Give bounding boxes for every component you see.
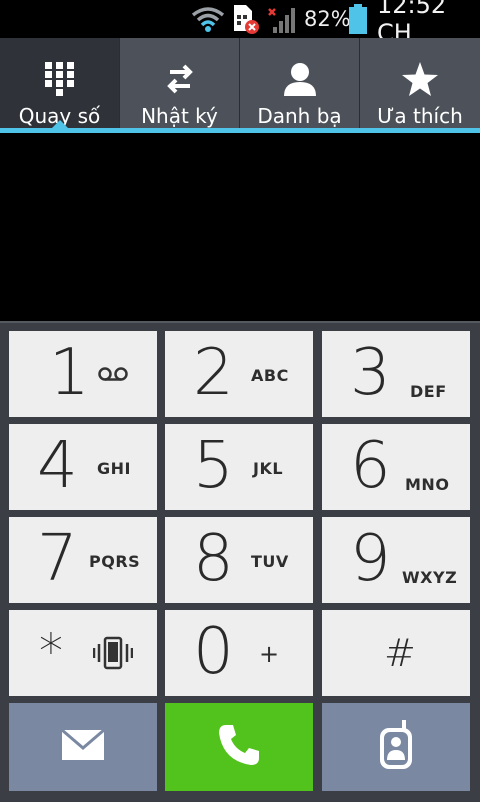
star-icon	[402, 38, 438, 96]
key-4[interactable]: 4 GHI	[9, 424, 157, 510]
call-log-icon	[166, 38, 194, 96]
tab-label: Nhật ký	[141, 104, 218, 128]
voicemail-icon	[97, 366, 129, 386]
key-0[interactable]: 0 +	[165, 610, 313, 696]
tab-bar: Quay số Nhật ký Danh bạ Ưa thích	[0, 38, 480, 130]
key-digit: #	[384, 631, 416, 675]
key-star[interactable]: *	[9, 610, 157, 696]
tab-contacts[interactable]: Danh bạ	[240, 38, 359, 130]
envelope-icon	[61, 728, 105, 765]
key-digit: 5	[193, 429, 234, 503]
key-letters: TUV	[251, 552, 289, 571]
key-digit: 8	[193, 522, 234, 596]
key-2[interactable]: 2 ABC	[165, 331, 313, 417]
key-digit: *	[39, 624, 63, 680]
key-9[interactable]: 9 WXYZ	[322, 517, 470, 603]
key-letters: ABC	[251, 366, 289, 385]
key-letters: GHI	[97, 459, 131, 478]
dialpad-icon	[44, 38, 75, 96]
key-1[interactable]: 1	[9, 331, 157, 417]
key-digit: 0	[193, 615, 234, 689]
message-button[interactable]	[9, 703, 157, 791]
battery-percent: 82%	[304, 7, 351, 31]
key-letters: +	[259, 640, 280, 668]
key-3[interactable]: 3 DEF	[322, 331, 470, 417]
call-button[interactable]	[165, 703, 313, 791]
video-call-icon	[379, 720, 413, 774]
video-call-button[interactable]	[322, 703, 470, 791]
phone-icon	[217, 723, 261, 771]
key-digit: 6	[350, 429, 391, 503]
key-letters: PQRS	[89, 552, 141, 571]
sim-error-icon	[232, 0, 262, 38]
key-8[interactable]: 8 TUV	[165, 517, 313, 603]
signal-no-service-icon	[267, 0, 299, 38]
key-letters: WXYZ	[402, 568, 458, 587]
key-digit: 1	[49, 336, 90, 410]
vibrate-icon	[92, 636, 134, 674]
wifi-icon	[191, 0, 225, 38]
contacts-icon	[283, 38, 317, 96]
tab-call-log[interactable]: Nhật ký	[120, 38, 239, 130]
tab-dialpad[interactable]: Quay số	[0, 38, 119, 130]
key-letters: MNO	[405, 475, 450, 494]
key-digit: 2	[193, 336, 234, 410]
number-display[interactable]	[0, 133, 480, 321]
key-digit: 9	[350, 522, 391, 596]
tab-label: Ưa thích	[377, 104, 463, 128]
key-letters: JKL	[253, 459, 284, 478]
key-digit: 7	[37, 522, 78, 596]
key-5[interactable]: 5 JKL	[165, 424, 313, 510]
battery-icon	[348, 0, 368, 38]
status-clock: 12:52 CH	[377, 0, 447, 47]
tab-label: Danh bạ	[257, 104, 342, 128]
key-6[interactable]: 6 MNO	[322, 424, 470, 510]
key-digit: 4	[37, 429, 78, 503]
tab-favorites[interactable]: Ưa thích	[360, 38, 480, 130]
key-7[interactable]: 7 PQRS	[9, 517, 157, 603]
key-letters: DEF	[410, 382, 447, 401]
key-hash[interactable]: #	[322, 610, 470, 696]
key-digit: 3	[350, 336, 391, 410]
status-bar: 82% 12:52 CH	[0, 0, 480, 47]
